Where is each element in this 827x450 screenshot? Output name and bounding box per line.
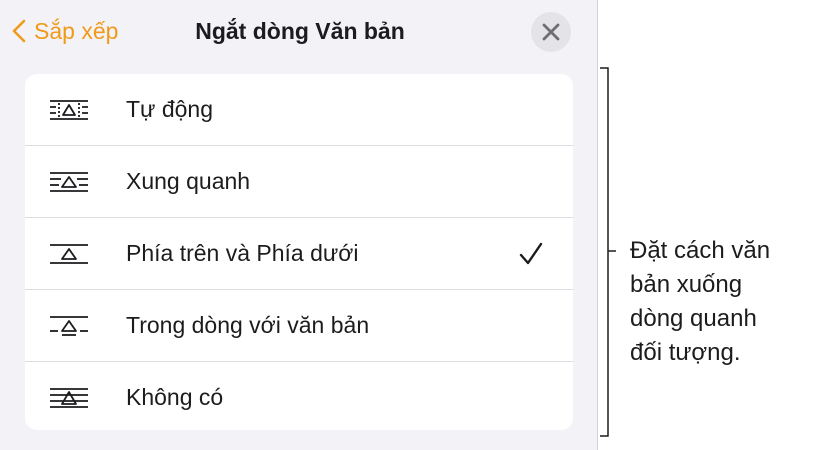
wrap-option-above-below[interactable]: Phía trên và Phía dưới [25,217,573,289]
callout-line: Đặt cách văn [630,237,771,264]
wrap-auto-icon [50,99,88,120]
callout-line: bản xuống [630,271,743,298]
text-wrap-panel: Sắp xếp Ngắt dòng Văn bản Tự động Xung q… [0,0,598,450]
callout-text: Đặt cách văn bản xuống dòng quanh đối tư… [630,234,820,370]
wrap-option-label: Trong dòng với văn bản [126,312,370,338]
wrap-option-auto[interactable]: Tự động [25,74,573,145]
wrap-option-label: Xung quanh [126,168,251,194]
wrap-option-label: Không có [126,384,224,410]
callout-bracket [600,67,616,437]
wrap-option-label: Tự động [126,96,214,122]
wrap-inline-icon [50,315,88,336]
close-icon [542,23,560,41]
wrap-option-inline[interactable]: Trong dòng với văn bản [25,289,573,361]
wrap-option-label: Phía trên và Phía dưới [126,240,359,266]
back-button-label: Sắp xếp [34,17,119,44]
callout-line: dòng quanh [630,305,757,332]
close-button[interactable] [531,12,571,52]
callout-line: đối tượng. [630,339,741,366]
wrap-above-below-icon [50,243,88,264]
wrap-option-around[interactable]: Xung quanh [25,145,573,217]
chevron-left-icon [12,19,26,43]
checkmark-icon [519,242,543,264]
panel-header: Sắp xếp Ngắt dòng Văn bản [0,0,598,64]
wrap-around-icon [50,171,88,192]
wrap-options-list: Tự động Xung quanh Phía trên và Phía dướ… [25,74,573,430]
wrap-option-none[interactable]: Không có [25,361,573,430]
back-button[interactable]: Sắp xếp [12,14,118,48]
panel-title: Ngắt dòng Văn bản [195,18,405,44]
wrap-none-icon [50,387,88,408]
